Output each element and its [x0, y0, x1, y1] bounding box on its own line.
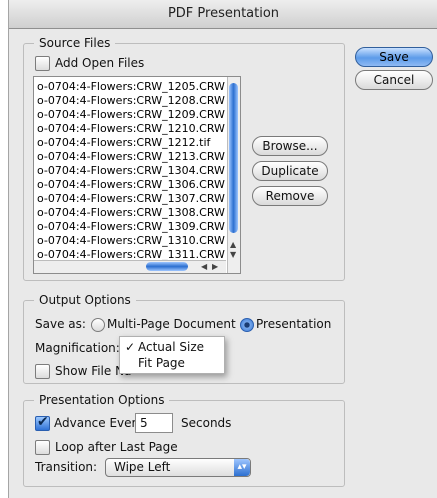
horizontal-scrollbar[interactable]: ◀ ▶ [34, 260, 226, 273]
presentation-radio[interactable] [240, 318, 254, 332]
source-files-title: Source Files [34, 35, 116, 51]
multi-page-label: Multi-Page Document [107, 317, 236, 331]
scroll-left-arrow-icon[interactable]: ◀ [201, 262, 207, 272]
window-title: PDF Presentation [9, 0, 437, 29]
loop-label: Loop after Last Page [55, 440, 178, 454]
list-item[interactable]: o-0704:4-Flowers:CRW_1306.CRW [37, 178, 225, 192]
horizontal-scroll-thumb[interactable] [146, 262, 188, 271]
seconds-label: Seconds [181, 416, 232, 430]
transition-label: Transition: [35, 460, 98, 474]
transition-select[interactable]: Wipe Left ▴▾ [105, 458, 251, 477]
presentation-options-title: Presentation Options [34, 392, 170, 408]
list-item[interactable]: o-0704:4-Flowers:CRW_1208.CRW [37, 94, 225, 108]
list-item[interactable]: o-0704:4-Flowers:CRW_1307.CRW [37, 192, 225, 206]
magnification-menu: ✓ Actual Size Fit Page [119, 336, 225, 374]
transition-value: Wipe Left [114, 460, 171, 474]
updown-arrow-icon: ▴▾ [234, 459, 250, 476]
advance-every-checkbox[interactable]: ✔ [35, 414, 50, 431]
browse-button[interactable]: Browse... [252, 136, 328, 156]
vertical-scroll-thumb[interactable] [229, 83, 238, 233]
vertical-scrollbar[interactable]: ▲ ▼ [227, 77, 240, 273]
checkmark-icon: ✔ [37, 414, 49, 430]
save-button[interactable]: Save [355, 47, 433, 67]
source-files-list[interactable]: o-0704:4-Flowers:CRW_1205.CRW o-0704:4-Fl… [33, 76, 241, 274]
duplicate-button[interactable]: Duplicate [252, 161, 328, 181]
list-item[interactable]: o-0704:4-Flowers:CRW_1205.CRW [37, 80, 225, 94]
list-item[interactable]: o-0704:4-Flowers:CRW_1309.CRW [37, 220, 225, 234]
list-item[interactable]: o-0704:4-Flowers:CRW_1310.CRW [37, 234, 225, 248]
list-item[interactable]: o-0704:4-Flowers:CRW_1308.CRW [37, 206, 225, 220]
menu-item-actual-size[interactable]: Actual Size [138, 339, 204, 355]
scroll-down-arrow-icon[interactable]: ▼ [230, 250, 236, 260]
magnification-label: Magnification: [35, 341, 120, 355]
list-item[interactable]: o-0704:4-Flowers:CRW_1213.CRW [37, 150, 225, 164]
advance-every-label: Advance Every [54, 416, 144, 430]
add-open-files-label: Add Open Files [55, 56, 145, 70]
show-filename-checkbox[interactable] [35, 364, 50, 379]
scroll-up-arrow-icon[interactable]: ▲ [230, 240, 236, 250]
list-item[interactable]: o-0704:4-Flowers:CRW_1209.CRW [37, 108, 225, 122]
menu-item-fit-page[interactable]: Fit Page [138, 355, 185, 371]
save-as-label: Save as: [35, 317, 86, 331]
list-item[interactable]: o-0704:4-Flowers:CRW_1210.CRW [37, 122, 225, 136]
checkmark-icon: ✓ [125, 340, 136, 354]
scroll-right-arrow-icon[interactable]: ▶ [212, 262, 218, 272]
presentation-label: Presentation [256, 317, 332, 331]
output-options-title: Output Options [34, 292, 136, 308]
cancel-button[interactable]: Cancel [355, 70, 433, 90]
loop-checkbox[interactable] [35, 440, 50, 455]
multi-page-radio[interactable] [91, 318, 105, 332]
pdf-presentation-window: PDF Presentation Source Files Add Open F… [8, 0, 437, 498]
add-open-files-checkbox[interactable] [35, 56, 50, 71]
remove-button[interactable]: Remove [252, 186, 328, 206]
list-item[interactable]: o-0704:4-Flowers:CRW_1304.CRW [37, 164, 225, 178]
list-item[interactable]: o-0704:4-Flowers:CRW_1212.tif [37, 136, 210, 150]
seconds-input[interactable]: 5 [135, 413, 173, 433]
